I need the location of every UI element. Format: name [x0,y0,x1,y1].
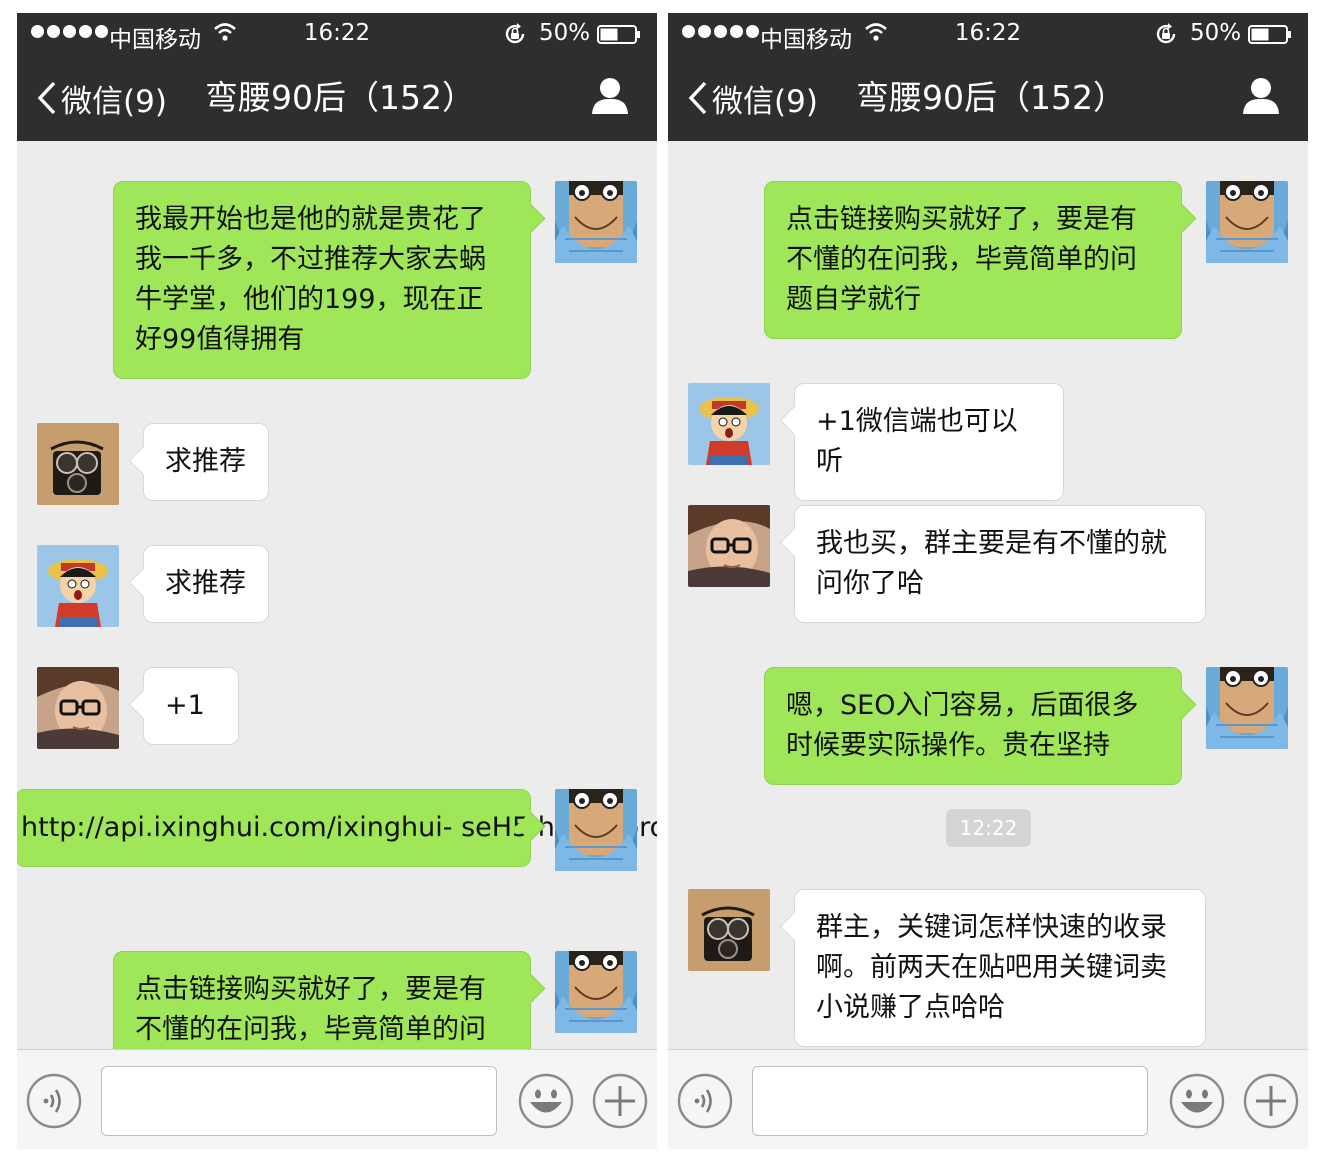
message-bubble-incoming[interactable]: 我也买，群主要是有不懂的就 问你了哈 [794,505,1206,623]
plus-icon[interactable] [1243,1073,1299,1129]
message-bubble-incoming[interactable]: +1 [143,667,239,745]
message-input[interactable] [752,1066,1148,1136]
profile-icon[interactable] [1242,77,1280,115]
message-bubble-outgoing[interactable]: 点击链接购买就好了，要是有 不懂的在问我，毕竟简单的问 [113,951,531,1049]
message-bubble-outgoing[interactable]: 点击链接购买就好了，要是有 不懂的在问我，毕竟简单的问 题自学就行 [764,181,1182,339]
status-bar: 中国移动 16:22 50% [17,13,657,55]
message-bubble-incoming[interactable]: 求推荐 [143,423,269,501]
plus-icon[interactable] [592,1073,648,1129]
back-label: 微信(9) [61,83,167,120]
status-bar: 中国移动 16:22 50% [668,13,1308,55]
chat-title: 弯腰90后（152） [856,78,1126,117]
message-bubble-incoming[interactable]: +1微信端也可以听 [794,383,1064,501]
avatar-self[interactable] [555,181,637,263]
voice-icon[interactable] [26,1073,82,1129]
battery-icon [597,25,640,44]
message-list: 点击链接购买就好了，要是有 不懂的在问我，毕竟简单的问 题自学就行 +1微信端也… [668,141,1308,1049]
chat-title: 弯腰90后（152） [205,78,475,117]
avatar-glasses[interactable] [37,667,119,749]
message-bubble-link[interactable]: http://api.ixinghui.com/ixinghui- seH5.h… [17,789,657,867]
chat-screen-left: 中国移动 16:22 50% 微信(9) 弯腰90后（152） 我最开始也是他的… [17,13,657,1149]
message-bubble-outgoing[interactable]: 我最开始也是他的就是贵花了 我一千多，不过推荐大家去蜗 牛学堂，他们的199，现… [113,181,531,379]
message-list: 我最开始也是他的就是贵花了 我一千多，不过推荐大家去蜗 牛学堂，他们的199，现… [17,141,657,1049]
back-label: 微信(9) [712,83,818,120]
emoji-icon[interactable] [518,1073,574,1129]
battery-percent: 50% [539,20,591,46]
avatar-self[interactable] [555,951,637,1033]
avatar-camera[interactable] [37,423,119,505]
input-toolbar [17,1049,657,1149]
back-button[interactable]: 微信(9) [686,75,818,121]
back-button[interactable]: 微信(9) [35,75,167,121]
back-chevron-icon [37,81,56,115]
time-divider: 12:22 [946,809,1031,847]
chat-navbar: 微信(9) 弯腰90后（152） [17,55,657,141]
chat-screen-right: 中国移动 16:22 50% 微信(9) 弯腰90后（152） 点击链接购买就好… [668,13,1308,1149]
lock-rotation-icon [1156,23,1176,44]
lock-rotation-icon [505,23,525,44]
avatar-luffy[interactable] [37,545,119,627]
message-bubble-incoming[interactable]: 群主，关键词怎样快速的收录 啊。前两天在贴吧用关键词卖 小说赚了点哈哈 [794,889,1206,1047]
message-bubble-incoming[interactable]: 求推荐 [143,545,269,623]
battery-percent: 50% [1190,20,1242,46]
chat-navbar: 微信(9) 弯腰90后（152） [668,55,1308,141]
message-input[interactable] [101,1066,497,1136]
avatar-self[interactable] [555,789,637,871]
input-toolbar [668,1049,1308,1149]
battery-icon [1248,25,1291,44]
avatar-camera[interactable] [688,889,770,971]
message-bubble-outgoing[interactable]: 嗯，SEO入门容易，后面很多 时候要实际操作。贵在坚持 [764,667,1182,785]
profile-icon[interactable] [591,77,629,115]
avatar-self[interactable] [1206,667,1288,749]
avatar-glasses[interactable] [688,505,770,587]
avatar-self[interactable] [1206,181,1288,263]
voice-icon[interactable] [677,1073,733,1129]
emoji-icon[interactable] [1169,1073,1225,1129]
back-chevron-icon [688,81,707,115]
avatar-luffy[interactable] [688,383,770,465]
